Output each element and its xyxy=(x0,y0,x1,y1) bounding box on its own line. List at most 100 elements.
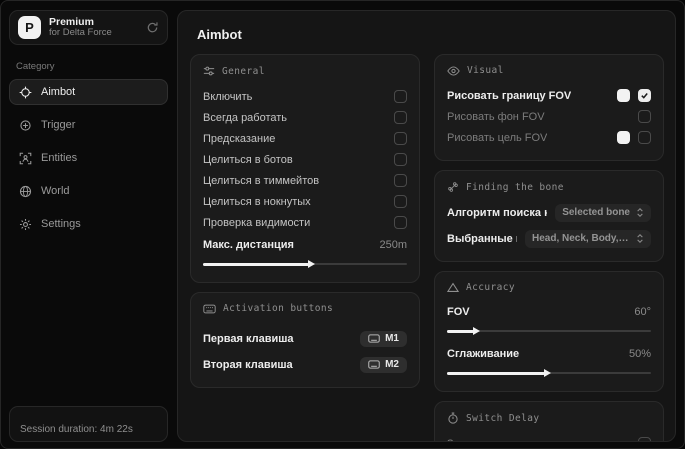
draw-fov-bg-label: Рисовать фон FOV xyxy=(447,110,545,123)
aim-knocked-checkbox[interactable] xyxy=(394,195,407,208)
toggle-row-aim-bots: Целиться в ботов xyxy=(203,149,407,170)
activation-card-title: Activation buttons xyxy=(223,303,334,314)
aim-bots-checkbox[interactable] xyxy=(394,153,407,166)
always-work-checkbox[interactable] xyxy=(394,111,407,124)
first-keybind-button[interactable]: M1 xyxy=(360,330,407,347)
bone-icon xyxy=(447,181,459,193)
fov-label: FOV xyxy=(447,306,470,318)
visual-card-title: Visual xyxy=(467,65,504,76)
sidebar-item-aimbot[interactable]: Aimbot xyxy=(9,79,168,105)
toggle-label: Целиться в нокнутых xyxy=(203,195,311,208)
sidebar-item-label: Aimbot xyxy=(41,86,76,98)
bone-card-title: Finding the bone xyxy=(466,181,564,193)
second-keybind-value: M2 xyxy=(385,359,399,370)
draw-fov-bg-row: Рисовать фон FOV xyxy=(447,106,651,127)
session-duration-card: Session duration: 4m 22s xyxy=(9,406,168,442)
toggle-label: Целиться в тиммейтов xyxy=(203,174,320,187)
sidebar-item-label: World xyxy=(41,185,70,197)
gear-icon xyxy=(19,218,32,231)
category-label: Category xyxy=(16,61,55,72)
finding-bone-card: Finding the bone Алгоритм поиска кост Se… xyxy=(434,170,664,262)
sidebar-nav: Aimbot Trigger Entities World Settings xyxy=(9,79,168,237)
globe-icon xyxy=(19,185,32,198)
accuracy-card-header: Accuracy xyxy=(447,282,651,293)
first-keybind-value: M1 xyxy=(385,333,399,344)
main-panel: Aimbot General Включить Всегда работать … xyxy=(177,10,676,442)
accuracy-card-title: Accuracy xyxy=(466,282,515,293)
prediction-checkbox[interactable] xyxy=(394,132,407,145)
switch-delay-toggle-label: Задержка переключения xyxy=(447,438,574,442)
toggle-row-aim-knocked: Целиться в нокнутых xyxy=(203,191,407,212)
toggle-label: Всегда работать xyxy=(203,111,288,124)
app-subtitle: for Delta Force xyxy=(49,27,112,39)
switch-delay-checkbox[interactable] xyxy=(638,437,651,441)
toggle-row-enable: Включить xyxy=(203,86,407,107)
fov-border-color-swatch[interactable] xyxy=(617,89,630,102)
bone-algorithm-label: Алгоритм поиска кост xyxy=(447,206,547,219)
switch-delay-toggle-row: Задержка переключения xyxy=(447,433,651,442)
refresh-icon[interactable] xyxy=(146,21,159,34)
max-distance-block: Макс. дистанция 250m xyxy=(203,235,407,270)
unfold-icon xyxy=(636,207,644,218)
fov-target-color-swatch[interactable] xyxy=(617,131,630,144)
enable-checkbox[interactable] xyxy=(394,90,407,103)
smoothing-value: 50% xyxy=(628,348,651,360)
general-card-title: General xyxy=(222,65,265,77)
sidebar-item-trigger[interactable]: Trigger xyxy=(9,112,168,138)
sidebar-item-label: Trigger xyxy=(41,119,76,131)
visual-card: Visual Рисовать границу FOV Рисовать фон… xyxy=(434,54,664,161)
sidebar-item-label: Entities xyxy=(41,152,78,164)
keyboard-icon xyxy=(368,334,380,343)
max-distance-slider[interactable] xyxy=(203,258,407,270)
sidebar: P Premium for Delta Force Category Aimbo… xyxy=(9,10,168,442)
aim-teammates-checkbox[interactable] xyxy=(394,174,407,187)
draw-fov-target-row: Рисовать цель FOV xyxy=(447,127,651,148)
switch-delay-card-header: Switch Delay xyxy=(447,412,651,424)
smoothing-slider[interactable] xyxy=(447,367,651,379)
bone-algorithm-value: Selected bone xyxy=(562,207,630,218)
trigger-icon xyxy=(19,119,32,132)
session-duration-text: Session duration: 4m 22s xyxy=(20,424,133,435)
selected-bones-label: Выбранные кос xyxy=(447,232,517,245)
app-header-card: P Premium for Delta Force xyxy=(9,10,168,45)
fov-slider[interactable] xyxy=(447,325,651,337)
toggle-row-prediction: Предсказание xyxy=(203,128,407,149)
entities-icon xyxy=(19,152,32,165)
switch-delay-card: Switch Delay Задержка переключения Задер… xyxy=(434,401,664,442)
toggle-label: Проверка видимости xyxy=(203,216,311,229)
keyboard-icon xyxy=(203,304,216,314)
first-key-row: Первая клавиша M1 xyxy=(203,328,407,349)
sidebar-item-world[interactable]: World xyxy=(9,178,168,204)
selected-bones-row: Выбранные кос Head, Neck, Body, Pe... xyxy=(447,228,651,249)
selected-bones-select[interactable]: Head, Neck, Body, Pe... xyxy=(525,229,651,248)
left-column: General Включить Всегда работать Предска… xyxy=(190,54,420,430)
smoothing-label: Сглаживание xyxy=(447,348,520,360)
draw-fov-border-checkbox[interactable] xyxy=(638,89,651,102)
app-window: P Premium for Delta Force Category Aimbo… xyxy=(0,0,685,449)
bone-algorithm-row: Алгоритм поиска кост Selected bone xyxy=(447,202,651,223)
crosshair-icon xyxy=(19,86,32,99)
selected-bones-value: Head, Neck, Body, Pe... xyxy=(532,233,630,244)
first-key-label: Первая клавиша xyxy=(203,332,294,345)
sidebar-item-entities[interactable]: Entities xyxy=(9,145,168,171)
eye-icon xyxy=(447,65,460,76)
sidebar-item-settings[interactable]: Settings xyxy=(9,211,168,237)
second-keybind-button[interactable]: M2 xyxy=(360,356,407,373)
general-card: General Включить Всегда работать Предска… xyxy=(190,54,420,283)
draw-fov-target-checkbox[interactable] xyxy=(638,131,651,144)
visibility-check-checkbox[interactable] xyxy=(394,216,407,229)
switch-delay-card-title: Switch Delay xyxy=(466,412,540,424)
accuracy-card: Accuracy FOV 60° Сглаживание 50% xyxy=(434,271,664,392)
sliders-icon xyxy=(203,65,215,77)
fov-block: FOV 60° xyxy=(447,302,651,337)
visual-card-header: Visual xyxy=(447,65,651,76)
toggle-row-always-work: Всегда работать xyxy=(203,107,407,128)
second-key-row: Вторая клавиша M2 xyxy=(203,354,407,375)
toggle-label: Предсказание xyxy=(203,132,276,145)
activation-buttons-card: Activation buttons Первая клавиша M1 Вто… xyxy=(190,292,420,388)
bone-algorithm-select[interactable]: Selected bone xyxy=(555,203,651,222)
draw-fov-bg-checkbox[interactable] xyxy=(638,110,651,123)
right-column: Visual Рисовать границу FOV Рисовать фон… xyxy=(434,54,664,441)
keyboard-icon xyxy=(368,360,380,369)
draw-fov-border-label: Рисовать границу FOV xyxy=(447,89,572,102)
